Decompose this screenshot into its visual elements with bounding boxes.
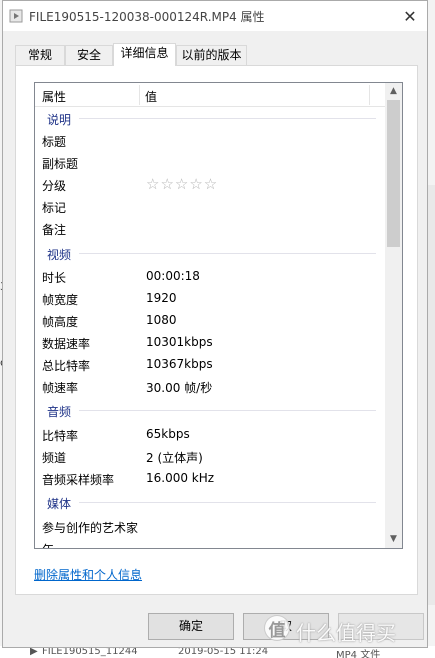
list-item[interactable]: 备注 — [35, 217, 380, 239]
property-name: 时长 — [42, 271, 67, 285]
list-item[interactable]: 数据速率 10301kbps — [35, 331, 380, 353]
property-value: 2 (立体声) — [146, 451, 203, 465]
property-name: 音频采样频率 — [42, 473, 115, 487]
tab-previous-versions[interactable]: 以前的版本 — [176, 45, 247, 65]
property-name: 帧高度 — [42, 315, 79, 329]
vertical-scrollbar[interactable]: ▲ ▼ — [385, 83, 402, 548]
property-value: 30.00 帧/秒 — [146, 381, 213, 395]
property-name: 数据速率 — [42, 337, 91, 351]
scrollbar-thumb[interactable] — [387, 100, 400, 247]
group-divider — [79, 118, 376, 119]
property-value: 1080 — [146, 313, 177, 327]
list-item[interactable]: 音频采样频率 16.000 kHz — [35, 467, 380, 489]
property-value: 10367kbps — [146, 357, 213, 371]
property-value: 1920 — [146, 291, 177, 305]
list-item[interactable]: 分级 ☆☆☆☆☆ — [35, 173, 380, 195]
ok-button[interactable]: 确定 — [148, 613, 234, 640]
property-value: 65kbps — [146, 427, 190, 441]
property-name: 备注 — [42, 223, 67, 237]
cancel-button[interactable]: 取 — [243, 613, 329, 640]
group-label-media: 媒体 — [47, 497, 72, 511]
group-heading: 音频 — [35, 399, 380, 421]
close-icon: ✕ — [403, 6, 417, 26]
column-header-value[interactable]: 值 — [145, 88, 157, 105]
details-panel: 属性 值 说明 标题 副标题 分级 ☆☆☆☆☆ 标记 备注 视频 时长 00:0… — [15, 65, 418, 595]
scroll-up-arrow-icon[interactable]: ▲ — [385, 83, 402, 100]
video-file-icon — [9, 9, 23, 23]
window-title: FILE190515-120038-000124R.MP4 属性 — [29, 10, 265, 24]
property-name: 总比特率 — [42, 359, 91, 373]
column-header-property[interactable]: 属性 — [42, 88, 66, 105]
list-item[interactable]: 总比特率 10367kbps — [35, 353, 380, 375]
property-list[interactable]: 属性 值 说明 标题 副标题 分级 ☆☆☆☆☆ 标记 备注 视频 时长 00:0… — [34, 82, 403, 549]
property-value: 16.000 kHz — [146, 471, 215, 485]
rating-stars[interactable]: ☆☆☆☆☆ — [146, 175, 218, 193]
tab-general[interactable]: 常规 — [15, 45, 65, 65]
list-item[interactable]: 年 — [35, 537, 380, 548]
apply-button[interactable] — [338, 613, 424, 640]
group-label-description: 说明 — [47, 113, 72, 127]
property-name: 标记 — [42, 201, 67, 215]
property-name: 频道 — [42, 451, 67, 465]
tab-details[interactable]: 详细信息 — [113, 43, 176, 66]
properties-dialog: FILE190515-120038-000124R.MP4 属性 ✕ 常规 安全… — [2, 0, 428, 648]
property-name: 参与创作的艺术家 — [42, 521, 139, 535]
property-name: 标题 — [42, 135, 67, 149]
property-name: 副标题 — [42, 157, 79, 171]
property-value: 10301kbps — [146, 335, 213, 349]
list-item[interactable]: 帧高度 1080 — [35, 309, 380, 331]
list-item[interactable]: 帧宽度 1920 — [35, 287, 380, 309]
group-heading: 媒体 — [35, 491, 380, 513]
list-item[interactable]: 帧速率 30.00 帧/秒 — [35, 375, 380, 397]
title-bar: FILE190515-120038-000124R.MP4 属性 ✕ — [3, 1, 427, 31]
list-item[interactable]: 时长 00:00:18 — [35, 265, 380, 287]
remove-properties-link[interactable]: 删除属性和个人信息 — [34, 566, 142, 583]
property-name: 分级 — [42, 179, 67, 193]
group-divider — [79, 253, 376, 254]
list-item[interactable]: 频道 2 (立体声) — [35, 445, 380, 467]
property-name: 帧速率 — [42, 381, 79, 395]
list-item[interactable]: 副标题 — [35, 151, 380, 173]
group-heading: 说明 — [35, 107, 380, 129]
column-divider[interactable] — [139, 85, 140, 105]
property-name: 年 — [42, 541, 54, 548]
column-header: 属性 值 — [35, 83, 385, 107]
property-name: 比特率 — [42, 429, 79, 443]
scroll-down-arrow-icon[interactable]: ▼ — [385, 531, 402, 548]
group-heading: 视频 — [35, 242, 380, 264]
property-name: 帧宽度 — [42, 293, 79, 307]
group-divider — [79, 502, 376, 503]
list-item[interactable]: 标题 — [35, 129, 380, 151]
property-value: 00:00:18 — [146, 269, 200, 283]
list-item[interactable]: 参与创作的艺术家 — [35, 515, 380, 537]
list-item[interactable]: 标记 — [35, 195, 380, 217]
column-divider[interactable] — [369, 85, 370, 105]
list-item[interactable]: 比特率 65kbps — [35, 423, 380, 445]
close-button[interactable]: ✕ — [393, 1, 427, 31]
group-label-video: 视频 — [47, 248, 72, 262]
tab-security[interactable]: 安全 — [65, 45, 113, 65]
group-divider — [79, 410, 376, 411]
group-label-audio: 音频 — [47, 405, 72, 419]
